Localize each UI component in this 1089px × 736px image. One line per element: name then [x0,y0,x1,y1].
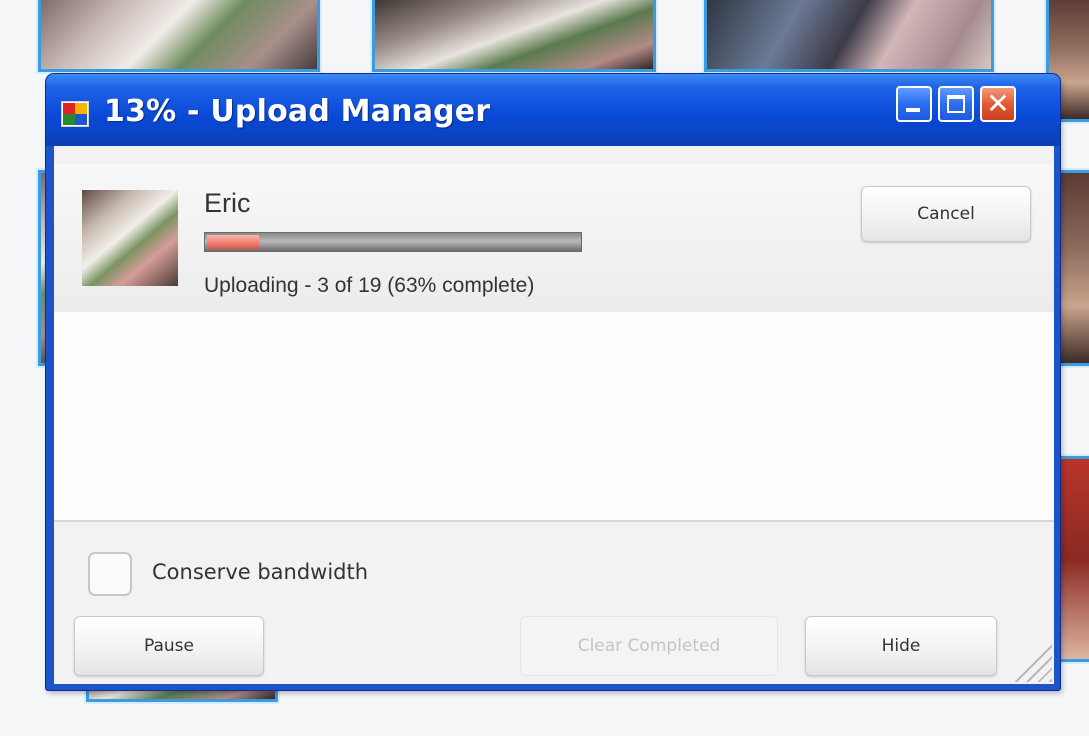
pause-button[interactable]: Pause [74,616,264,676]
background-photo-thumbnail[interactable] [38,0,320,72]
album-thumbnail [82,190,178,286]
picasa-icon [61,101,89,127]
upload-status: Uploading - 3 of 19 (63% complete) [204,274,535,297]
minimize-icon [906,108,920,112]
close-icon: ✕ [986,87,1010,120]
close-button[interactable]: ✕ [980,86,1016,122]
conserve-bandwidth-checkbox[interactable] [88,552,132,596]
upload-progress-bar [204,232,582,252]
hide-button[interactable]: Hide [805,616,997,676]
album-name: Eric [204,188,251,218]
minimize-button[interactable] [896,86,932,122]
upload-list: Eric Uploading - 3 of 19 (63% complete) … [54,164,1054,520]
conserve-bandwidth-label[interactable]: Conserve bandwidth [152,560,368,584]
cancel-button[interactable]: Cancel [861,186,1031,242]
divider [54,520,1054,522]
title-bar[interactable]: 13% - Upload Manager ✕ [46,74,1060,146]
upload-manager-window: 13% - Upload Manager ✕ Eric Uploading - … [46,74,1060,690]
upload-item: Eric Uploading - 3 of 19 (63% complete) … [54,164,1054,312]
window-title: 13% - Upload Manager [104,94,491,129]
clear-completed-button[interactable]: Clear Completed [520,616,778,676]
maximize-icon [947,95,965,113]
resize-grip[interactable] [1012,642,1052,682]
background-photo-thumbnail[interactable] [372,0,656,72]
background-photo-thumbnail[interactable] [704,0,994,72]
upload-progress-fill [207,235,259,249]
maximize-button[interactable] [938,86,974,122]
window-content: Eric Uploading - 3 of 19 (63% complete) … [54,146,1054,684]
background-photo-thumbnail[interactable] [1056,170,1089,366]
